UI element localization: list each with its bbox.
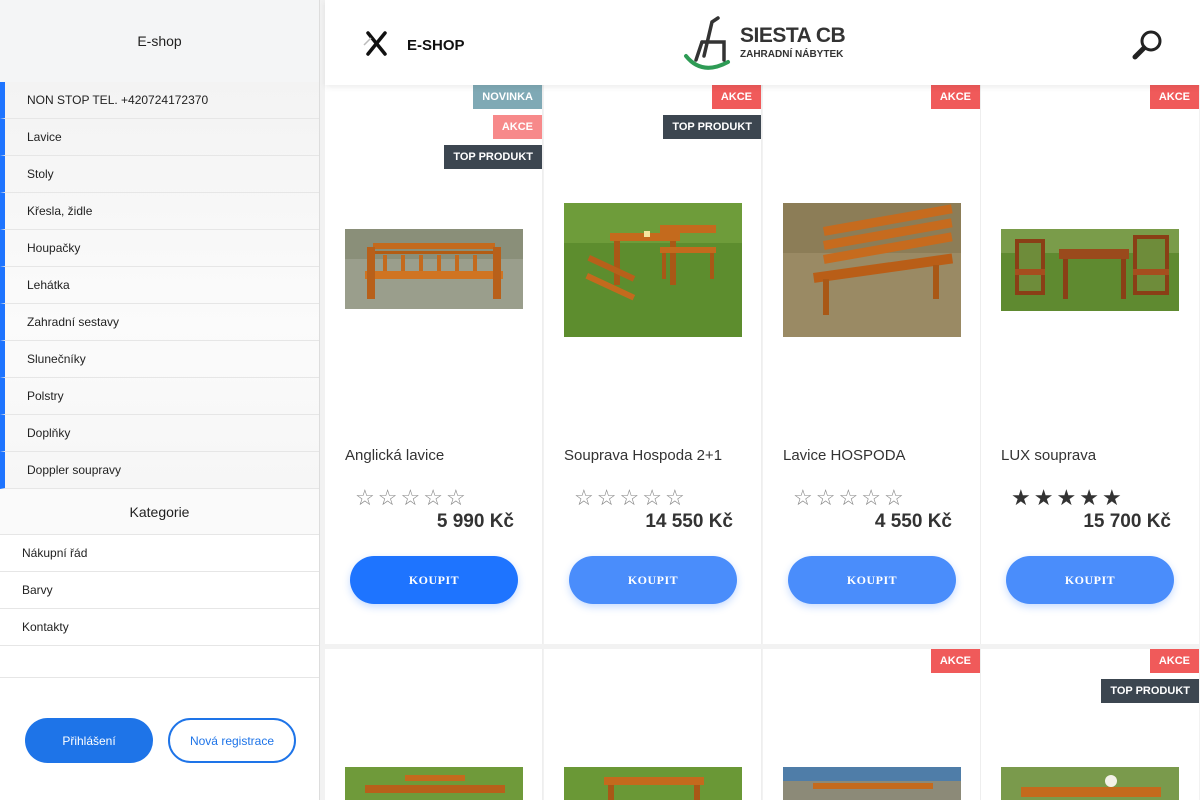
sidebar-menu: NON STOP TEL. +420724172370 Lavice Stoly… (0, 82, 319, 489)
badge-akce: AKCE (492, 115, 542, 139)
product-card[interactable]: NOVINKA AKCE TOP PRODUKT Anglická lavice… (325, 85, 543, 644)
badge-akce: AKCE (1149, 85, 1199, 109)
rating-stars[interactable]: ☆ ☆ ☆ ☆ ☆ (793, 487, 923, 509)
product-price: 15 700 Kč (1083, 511, 1171, 532)
star-empty-icon[interactable]: ☆ (446, 487, 466, 509)
product-name[interactable]: Anglická lavice (345, 447, 444, 464)
buy-button[interactable]: KOUPIT (1006, 556, 1174, 604)
buy-button[interactable]: KOUPIT (569, 556, 737, 604)
star-filled-icon[interactable]: ★ (1034, 487, 1054, 509)
product-image[interactable] (345, 767, 523, 800)
search-button[interactable] (1131, 28, 1165, 62)
sidebar-item-doplnky[interactable]: Doplňky (0, 415, 319, 452)
star-empty-icon[interactable]: ☆ (838, 487, 858, 509)
product-price: 4 550 Kč (874, 511, 952, 532)
star-filled-icon[interactable]: ★ (1056, 487, 1076, 509)
star-empty-icon[interactable]: ☆ (597, 487, 617, 509)
sidebar-pages: Nákupní řád Barvy Kontakty (0, 535, 319, 646)
category-heading: Kategorie (0, 489, 319, 535)
badge-novinka: NOVINKA (473, 85, 542, 109)
product-image[interactable] (345, 229, 523, 309)
badge-akce: AKCE (930, 649, 980, 673)
product-image[interactable] (783, 203, 961, 337)
sidebar: E-shop NON STOP TEL. +420724172370 Lavic… (0, 0, 320, 800)
sidebar-item-stoly[interactable]: Stoly (0, 156, 319, 193)
star-filled-icon[interactable]: ★ (1079, 487, 1099, 509)
sidebar-item-nakupni-rad[interactable]: Nákupní řád (0, 535, 319, 572)
star-empty-icon[interactable]: ☆ (642, 487, 662, 509)
logo-subtitle: ZAHRADNÍ NÁBYTEK (740, 49, 844, 60)
badge-akce: AKCE (711, 85, 761, 109)
sidebar-item-kresla-zidle[interactable]: Křesla, židle (0, 193, 319, 230)
product-card[interactable] (544, 649, 762, 800)
badge-akce: AKCE (930, 85, 980, 109)
product-card[interactable]: AKCE LUX souprava ★ ★ ★ ★ ★ 15 700 Kč KOUPIT (981, 85, 1199, 644)
product-card[interactable] (325, 649, 543, 800)
product-card[interactable]: AKCE (763, 649, 981, 800)
product-card[interactable]: AKCE TOP PRODUKT (981, 649, 1199, 800)
close-menu-button[interactable] (359, 26, 393, 60)
sidebar-item-kontakty[interactable]: Kontakty (0, 609, 319, 646)
badge-top-produkt: TOP PRODUKT (1101, 679, 1199, 703)
product-card[interactable]: AKCE Lavice HOSPODA ☆ ☆ ☆ ☆ ☆ 4 550 Kč KOUPI… (763, 85, 981, 644)
sidebar-item-polstry[interactable]: Polstry (0, 378, 319, 415)
sidebar-title: E-shop (0, 0, 319, 82)
search-icon (1132, 30, 1162, 60)
sidebar-item-lehatka[interactable]: Lehátka (0, 267, 319, 304)
product-price: 5 990 Kč (436, 511, 514, 532)
star-empty-icon[interactable]: ☆ (423, 487, 443, 509)
star-empty-icon[interactable]: ☆ (400, 487, 420, 509)
rating-stars[interactable]: ★ ★ ★ ★ ★ (1011, 487, 1141, 509)
product-image[interactable] (1001, 229, 1179, 311)
logo-title: SIESTA CB (740, 24, 846, 47)
sidebar-divider (0, 646, 319, 678)
star-empty-icon[interactable]: ☆ (619, 487, 639, 509)
star-empty-icon[interactable]: ☆ (816, 487, 836, 509)
product-image[interactable] (564, 203, 742, 337)
top-bar: E-SHOP SIESTA CB ZAHRADNÍ NÁBYTEK (325, 0, 1200, 85)
product-card[interactable]: AKCE TOP PRODUKT Souprava Hospoda 2+1 ☆ ☆… (544, 85, 762, 644)
product-image[interactable] (783, 767, 961, 800)
product-price: 14 550 Kč (645, 511, 733, 532)
badge-akce: AKCE (1149, 649, 1199, 673)
sidebar-item-zahradni-sestavy[interactable]: Zahradní sestavy (0, 304, 319, 341)
rating-stars[interactable]: ☆ ☆ ☆ ☆ ☆ (574, 487, 704, 509)
product-name[interactable]: Lavice HOSPODA (783, 447, 906, 464)
rating-stars[interactable]: ☆ ☆ ☆ ☆ ☆ (355, 487, 485, 509)
star-empty-icon[interactable]: ☆ (861, 487, 881, 509)
star-filled-icon[interactable]: ★ (1011, 487, 1031, 509)
star-empty-icon[interactable]: ☆ (793, 487, 813, 509)
star-empty-icon[interactable]: ☆ (884, 487, 904, 509)
star-filled-icon[interactable]: ★ (1102, 487, 1122, 509)
badge-top-produkt: TOP PRODUKT (663, 115, 761, 139)
buy-button[interactable]: KOUPIT (350, 556, 518, 604)
logo[interactable]: SIESTA CB ZAHRADNÍ NÁBYTEK (680, 16, 850, 72)
auth-panel: Přihlášení Nová registrace (0, 681, 319, 800)
close-icon (363, 31, 387, 56)
product-name[interactable]: Souprava Hospoda 2+1 (564, 447, 722, 464)
star-empty-icon[interactable]: ☆ (574, 487, 594, 509)
product-name[interactable]: LUX souprava (1001, 447, 1096, 464)
page-title: E-SHOP (407, 37, 465, 54)
star-empty-icon[interactable]: ☆ (355, 487, 375, 509)
login-button[interactable]: Přihlášení (25, 718, 153, 763)
product-image[interactable] (1001, 767, 1179, 800)
sidebar-item-phone[interactable]: NON STOP TEL. +420724172370 (0, 82, 319, 119)
register-button[interactable]: Nová registrace (168, 718, 296, 763)
product-image[interactable] (564, 767, 742, 800)
sidebar-item-barvy[interactable]: Barvy (0, 572, 319, 609)
star-empty-icon[interactable]: ☆ (378, 487, 398, 509)
sidebar-item-doppler-soupravy[interactable]: Doppler soupravy (0, 452, 319, 489)
sidebar-item-lavice[interactable]: Lavice (0, 119, 319, 156)
badge-top-produkt: TOP PRODUKT (444, 145, 542, 169)
sidebar-item-houpacky[interactable]: Houpačky (0, 230, 319, 267)
sidebar-item-slunecniky[interactable]: Slunečníky (0, 341, 319, 378)
star-empty-icon[interactable]: ☆ (665, 487, 685, 509)
rocking-chair-icon (684, 16, 730, 70)
buy-button[interactable]: KOUPIT (788, 556, 956, 604)
